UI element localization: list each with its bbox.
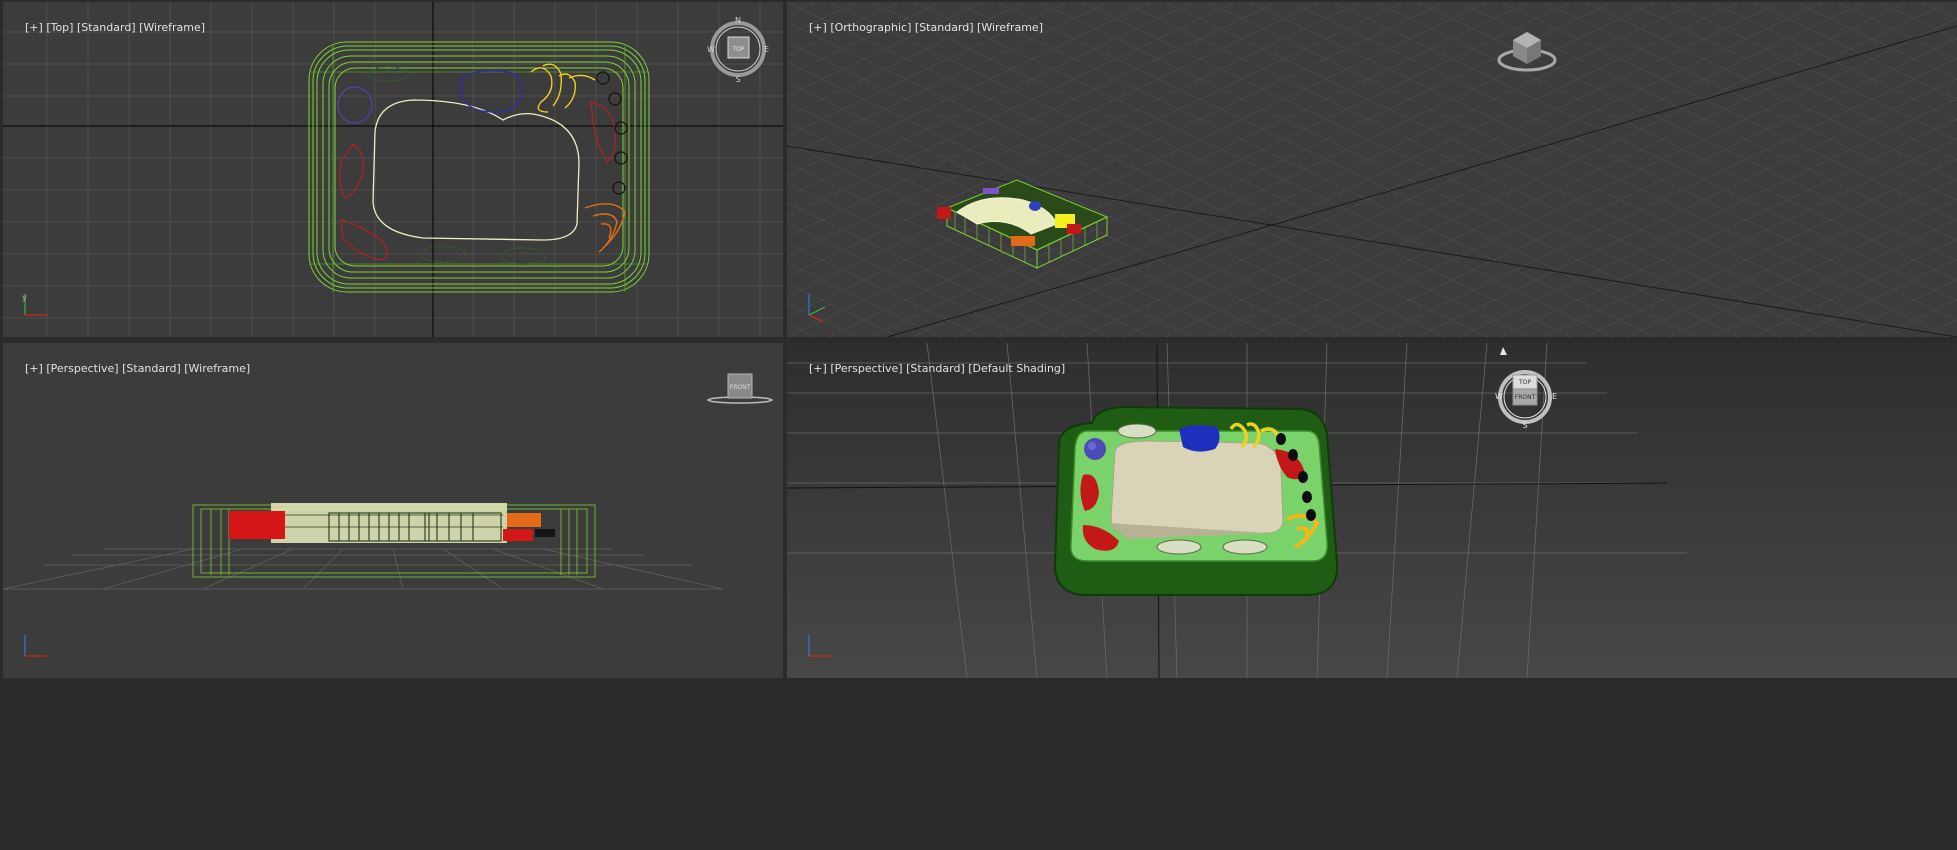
compass-south: S <box>1522 421 1527 429</box>
viewport-point-of-view[interactable]: [Top] <box>46 21 73 34</box>
perspective-wire-scene <box>3 503 724 657</box>
viewport-style[interactable]: [Standard] <box>906 362 965 375</box>
light-bulb-icon <box>1499 346 1508 356</box>
navigation-cube-icon[interactable] <box>1495 26 1559 76</box>
viewport-menu-plus[interactable]: [+] <box>25 21 43 34</box>
viewport-style[interactable]: [Standard] <box>77 21 136 34</box>
viewcube-compass-icon[interactable]: TOP FRONT W E S <box>1489 369 1559 429</box>
viewcube-compass-icon[interactable]: TOP N S W E <box>703 14 773 84</box>
navigation-cube-icon[interactable]: FRONT <box>705 371 775 407</box>
viewcube-face-label: TOP <box>731 46 744 53</box>
top-view-scene: y <box>3 2 783 337</box>
viewport-menu-plus[interactable]: [+] <box>809 21 827 34</box>
viewcube-top-label: TOP <box>1518 379 1531 386</box>
viewport-orthographic[interactable]: [+] [Orthographic] [Standard] [Wireframe… <box>787 2 1957 337</box>
axis-tripod-icon <box>24 635 47 657</box>
compass-west: W <box>1495 392 1503 401</box>
compass-west: W <box>707 45 715 54</box>
viewcube-front-label: FRONT <box>1515 394 1536 401</box>
ortho-view-scene <box>787 2 1957 337</box>
compass-south: S <box>735 75 740 84</box>
viewport-label-persp-shaded[interactable]: [+] [Perspective] [Standard] [Default Sh… <box>795 349 1065 388</box>
axis-tripod-icon: y <box>22 293 47 316</box>
viewport-perspective-shaded[interactable]: [+] [Perspective] [Standard] [Default Sh… <box>787 343 1957 678</box>
viewport-point-of-view[interactable]: [Perspective] <box>46 362 118 375</box>
viewport-shading[interactable]: [Wireframe] <box>184 362 250 375</box>
perspective-shaded-scene <box>787 343 1957 678</box>
viewport-perspective-wireframe[interactable]: [+] [Perspective] [Standard] [Wireframe]… <box>3 343 783 678</box>
viewport-menu-plus[interactable]: [+] <box>25 362 43 375</box>
compass-east: E <box>1552 392 1557 401</box>
compass-north: N <box>735 16 741 25</box>
viewport-label-top[interactable]: [+] [Top] [Standard] [Wireframe] <box>11 8 205 47</box>
viewport-point-of-view[interactable]: [Orthographic] <box>830 21 911 34</box>
viewport-top[interactable]: y [+] [Top] [Standard] [Wireframe] TOP N… <box>3 2 783 337</box>
viewport-label-ortho[interactable]: [+] [Orthographic] [Standard] [Wireframe… <box>795 8 1043 47</box>
viewport-style[interactable]: [Standard] <box>915 21 974 34</box>
viewport-shading[interactable]: [Wireframe] <box>139 21 205 34</box>
viewport-label-persp-wire[interactable]: [+] [Perspective] [Standard] [Wireframe] <box>11 349 250 388</box>
viewcube-face-label: FRONT <box>730 384 751 391</box>
viewport-point-of-view[interactable]: [Perspective] <box>830 362 902 375</box>
viewport-menu-plus[interactable]: [+] <box>809 362 827 375</box>
svg-text:y: y <box>22 293 27 302</box>
viewport-style[interactable]: [Standard] <box>122 362 181 375</box>
viewport-shading[interactable]: [Wireframe] <box>977 21 1043 34</box>
compass-east: E <box>764 45 769 54</box>
viewport-shading[interactable]: [Default Shading] <box>968 362 1065 375</box>
